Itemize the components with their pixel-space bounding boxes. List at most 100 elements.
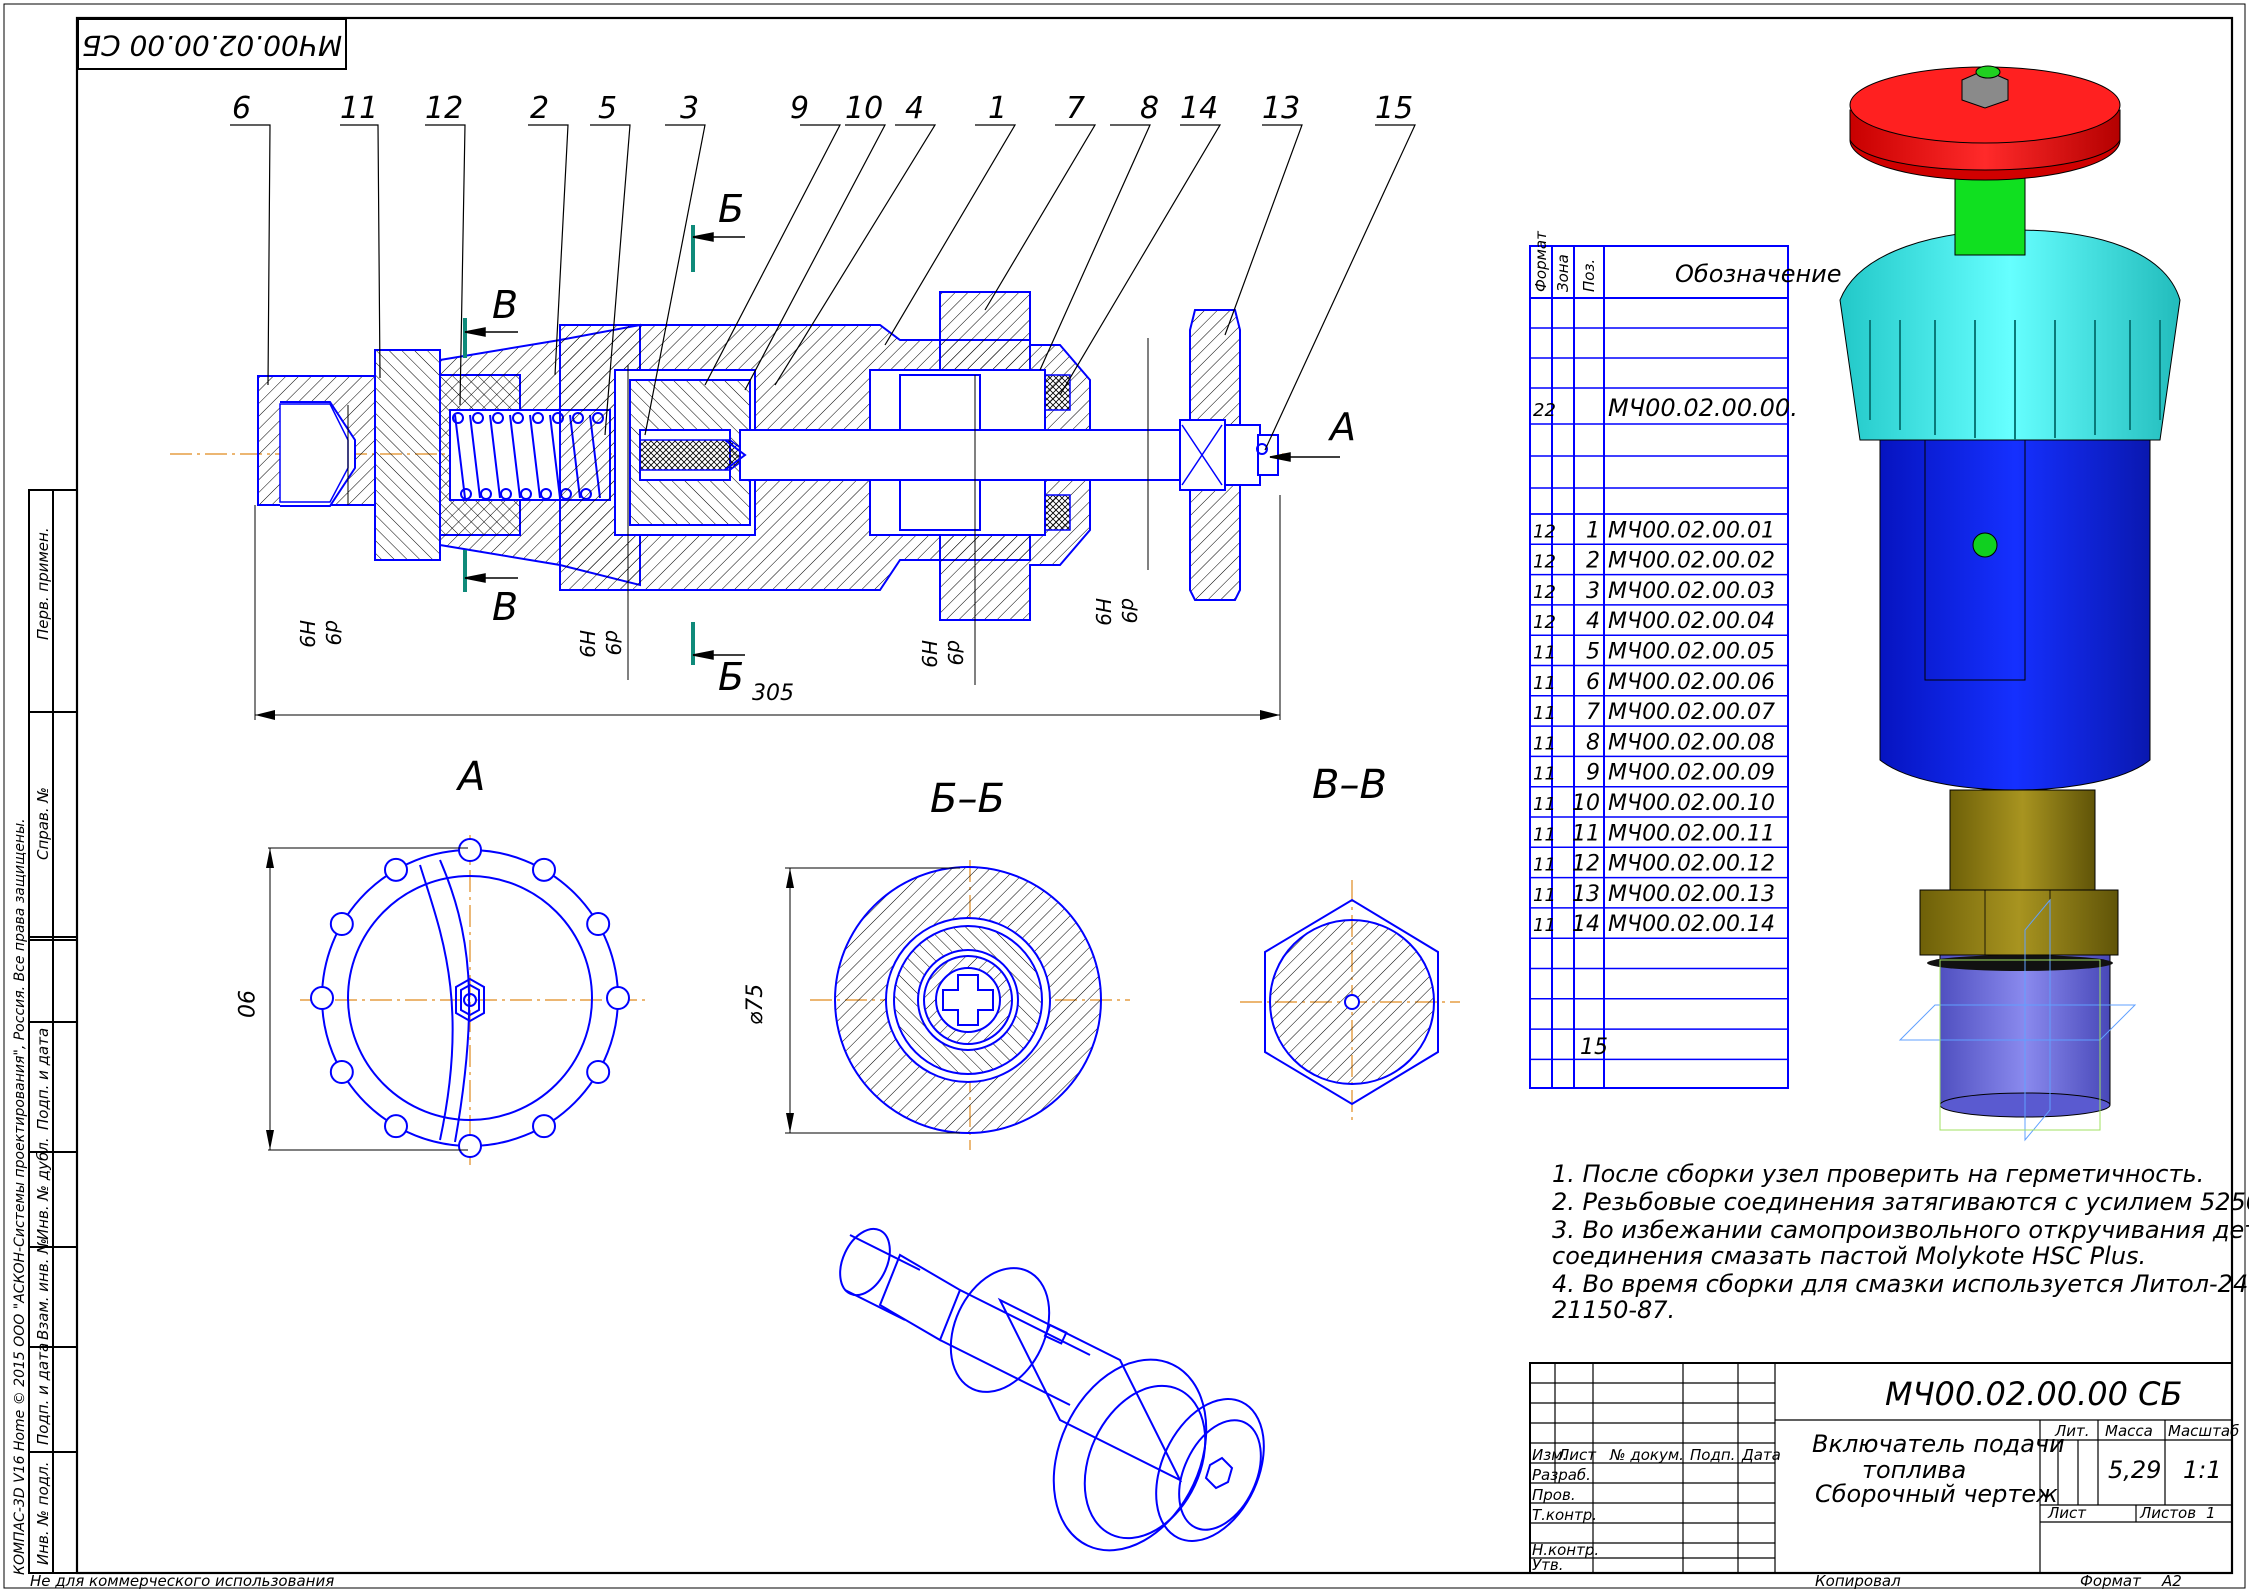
label-sprav: Справ. №	[34, 787, 52, 860]
balloon-7: 7	[1066, 91, 1085, 126]
tb-r-prov: Пров.	[1532, 1486, 1576, 1504]
spec-row-pos: 12	[1572, 852, 1600, 877]
balloon-6: 6	[232, 91, 251, 126]
spec-row-pos: 10	[1572, 791, 1600, 816]
label-inv-dubl: Инв. № дубл.	[34, 1137, 52, 1240]
tb-lit: Лит.	[2054, 1422, 2090, 1440]
handwheel-knob	[458, 1134, 482, 1158]
note-4b: 21150-87.	[1552, 1296, 1675, 1324]
handwheel-knob	[310, 986, 334, 1010]
balloon-13: 13	[1262, 91, 1300, 126]
handwheel-knob	[532, 1114, 556, 1139]
balloon-4: 4	[905, 91, 924, 126]
note-2: 2. Резьбовые соединения затягиваются с у…	[1552, 1188, 2249, 1216]
sheet-frame	[3, 3, 2246, 1589]
main-section-view: 305 H9 d9 H9 d9 H9 d9 H9 d9 Б Б В В А	[170, 187, 1356, 720]
spec-h-format: Формат	[1532, 230, 1550, 292]
view-a-title: А	[455, 754, 485, 800]
dim-total-length: 305	[752, 681, 794, 706]
top-stamp: МЧ00.02.00.00 СБ	[77, 18, 347, 70]
handwheel-knob	[329, 912, 354, 936]
side-labels: Перв. примен. Справ. № Подп. и дата Инв.…	[12, 527, 52, 1575]
note-3: 3. Во избежании самопроизвольного откруч…	[1552, 1216, 2249, 1244]
tb-r-razrab: Разраб.	[1532, 1466, 1591, 1484]
spec-row-pos: 4	[1586, 609, 1600, 634]
note-3b: соединения смазать пастой Molykote HSC P…	[1552, 1242, 2146, 1270]
spec-row-designation: МЧ00.02.00.09	[1608, 761, 1775, 786]
render-3d-model	[1839, 65, 2181, 1142]
view-bb-title: Б–Б	[930, 776, 1005, 822]
spec-row-designation: МЧ00.02.00.13	[1608, 882, 1775, 907]
spec-row-pos: 5	[1586, 640, 1600, 665]
handwheel-knob	[586, 912, 611, 936]
tb-name1: Включатель подачи	[1812, 1430, 2065, 1458]
tb-col-sign: Подп.	[1690, 1446, 1735, 1464]
footer: Не для коммерческого использования Копир…	[30, 1572, 2182, 1590]
balloon-9: 9	[790, 91, 809, 126]
spec-assembly-designation: МЧ00.02.00.00.	[1608, 394, 1798, 422]
tb-mass-label: Масса	[2105, 1422, 2153, 1440]
note-1: 1. После сборки узел проверить на гермет…	[1552, 1160, 2204, 1188]
tb-col-doc: № докум.	[1609, 1446, 1684, 1464]
view-vv: В–В	[1240, 762, 1460, 1125]
spec-row-pos: 3	[1586, 579, 1600, 604]
technical-notes: 1. После сборки узел проверить на гермет…	[1552, 1160, 2249, 1324]
fit4-den: d9	[1117, 598, 1141, 623]
spec-row-designation: МЧ00.02.00.10	[1608, 791, 1775, 816]
fit3-den: d9	[943, 640, 967, 665]
footer-copied: Копировал	[1815, 1572, 1901, 1590]
tb-sheet: Лист	[2047, 1504, 2087, 1522]
balloon-14: 14	[1180, 91, 1218, 126]
spec-row-pos: 9	[1586, 761, 1600, 786]
mark-v-top: В	[492, 283, 518, 327]
mark-b-top: Б	[718, 187, 744, 231]
tb-sheets-count: 1	[2206, 1504, 2216, 1522]
fit1-num: H9	[295, 620, 319, 648]
footer-format-value: A2	[2161, 1572, 2182, 1590]
spec-assembly-format: 22	[1533, 400, 1556, 421]
spec-row-format: 11	[1533, 915, 1556, 936]
handwheel-knob	[586, 1060, 611, 1084]
dim-wheel: 90	[232, 990, 257, 1018]
mark-v-bottom: В	[492, 585, 518, 629]
spec-row-pos: 11	[1572, 821, 1600, 846]
view-vv-title: В–В	[1312, 762, 1387, 808]
dim-section: ⌀75	[743, 984, 768, 1025]
handwheel-knob	[329, 1060, 354, 1084]
tb-r-tkontr: Т.контр.	[1532, 1506, 1597, 1524]
spec-row-format: 11	[1533, 673, 1556, 694]
spec-h-zone: Зона	[1554, 254, 1572, 292]
balloon-10: 10	[845, 91, 883, 126]
view-bb: Б–Б ⌀75	[743, 776, 1130, 1150]
top-stamp-code: МЧ00.02.00.00 СБ	[82, 29, 342, 62]
note-4: 4. Во время сборки для смазки использует…	[1552, 1270, 2249, 1298]
balloon-12: 12	[425, 91, 463, 126]
spec-row-pos: 8	[1586, 730, 1600, 755]
spec-row-format: 11	[1533, 703, 1556, 724]
spec-row-format: 11	[1533, 764, 1556, 785]
spec-row-designation: МЧ00.02.00.06	[1608, 670, 1775, 695]
spec-row-format: 11	[1533, 885, 1556, 906]
label-perv: Перв. примен.	[34, 527, 52, 640]
spec-row-designation: МЧ00.02.00.03	[1608, 579, 1775, 604]
spec-h-pos: Поз.	[1580, 259, 1598, 292]
balloon-5: 5	[598, 91, 617, 126]
label-podp1: Подп. и дата	[34, 1028, 52, 1130]
mark-a: А	[1327, 405, 1356, 449]
handwheel-knob	[458, 838, 482, 862]
iso-line-drawing	[839, 1227, 1265, 1552]
fit2-den: d9	[601, 630, 625, 655]
tb-col-list: Лист	[1557, 1446, 1597, 1464]
label-vzam: Взам. инв. №	[34, 1238, 52, 1340]
spec-row-designation: МЧ00.02.00.07	[1608, 700, 1775, 725]
mark-b-bottom: Б	[718, 655, 744, 699]
view-a: А 90	[232, 754, 650, 1165]
tb-mass: 5,29	[2108, 1456, 2161, 1484]
footer-format-label: Формат	[2080, 1572, 2142, 1590]
spec-row-format: 11	[1533, 794, 1556, 815]
spec-row-format: 11	[1533, 855, 1556, 876]
tb-sheets: Листов	[2139, 1504, 2196, 1522]
spec-row-format: 11	[1533, 643, 1556, 664]
fit1-den: d9	[321, 620, 345, 645]
spec-row-designation: МЧ00.02.00.14	[1608, 912, 1775, 937]
